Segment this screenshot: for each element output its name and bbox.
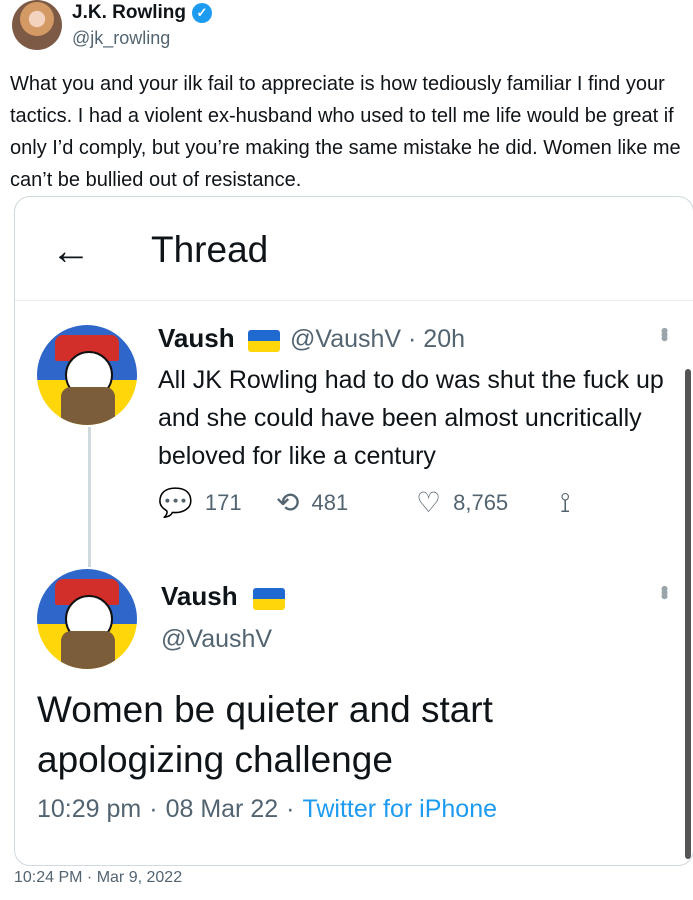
author-name-row: J.K. Rowling ✓ <box>72 2 212 24</box>
quoted-screenshot[interactable]: ← Thread Vaush @VaushV · 20h ••• All JK … <box>14 196 693 866</box>
ukraine-flag-icon <box>248 330 280 352</box>
thread-connector-line <box>88 427 91 567</box>
meta-separator: · <box>286 795 295 823</box>
avatar-body <box>61 387 115 425</box>
main-author-handle[interactable]: @VaushV <box>161 625 272 654</box>
vaush-avatar[interactable] <box>37 325 137 425</box>
reply-count: 171 <box>204 490 242 515</box>
avatar-body <box>61 631 115 669</box>
tweet-text: What you and your ilk fail to appreciate… <box>10 73 681 191</box>
ukraine-flag-icon <box>253 588 285 610</box>
vaush-avatar[interactable] <box>37 569 137 669</box>
reply-action[interactable]: 💬 171 <box>158 489 276 517</box>
reply-icon[interactable]: 💬 <box>158 489 193 517</box>
share-icon[interactable]: ⟟ <box>560 489 570 517</box>
tweet-date: 08 Mar 22 <box>165 795 279 823</box>
author-name[interactable]: J.K. Rowling <box>72 2 186 24</box>
tweet-timestamp[interactable]: 10:24 PM · Mar 9, 2022 <box>14 869 182 887</box>
meta-separator: · <box>149 795 158 823</box>
like-count: 8,765 <box>453 490 509 515</box>
reply-text: All JK Rowling had to do was shut the fu… <box>158 366 664 470</box>
retweet-count: 481 <box>311 490 349 515</box>
like-icon[interactable]: ♡ <box>416 489 441 517</box>
thread-title: Thread <box>151 229 269 270</box>
header-divider <box>15 300 693 301</box>
author-handle[interactable]: @jk_rowling <box>72 28 170 49</box>
like-action[interactable]: ♡ 8,765 <box>416 489 560 517</box>
main-author-name[interactable]: Vaush <box>161 581 238 612</box>
tweet-source-link[interactable]: Twitter for iPhone <box>302 795 497 824</box>
scrollbar[interactable] <box>685 369 691 859</box>
reply-actions: 💬 171 ⟲ 481 ♡ 8,765 ⟟ <box>158 489 570 517</box>
retweet-action[interactable]: ⟲ 481 <box>276 489 416 517</box>
back-arrow-icon[interactable]: ← <box>51 231 91 271</box>
author-avatar[interactable] <box>12 0 62 50</box>
verified-icon: ✓ <box>192 3 212 23</box>
tweet-time: 10:29 pm <box>37 795 142 823</box>
retweet-icon[interactable]: ⟲ <box>276 489 299 517</box>
share-action[interactable]: ⟟ <box>560 489 570 517</box>
more-options-icon[interactable]: ••• <box>651 585 677 596</box>
more-options-icon[interactable]: ••• <box>651 327 677 338</box>
reply-author-name[interactable]: Vaush <box>158 323 235 354</box>
reply-author-handle-time[interactable]: @VaushV · 20h <box>290 325 465 354</box>
tweet-meta: 10:29 pm · 08 Mar 22 · Twitter for iPhon… <box>37 795 497 824</box>
main-tweet-text: Women be quieter and start apologizing c… <box>37 689 493 780</box>
